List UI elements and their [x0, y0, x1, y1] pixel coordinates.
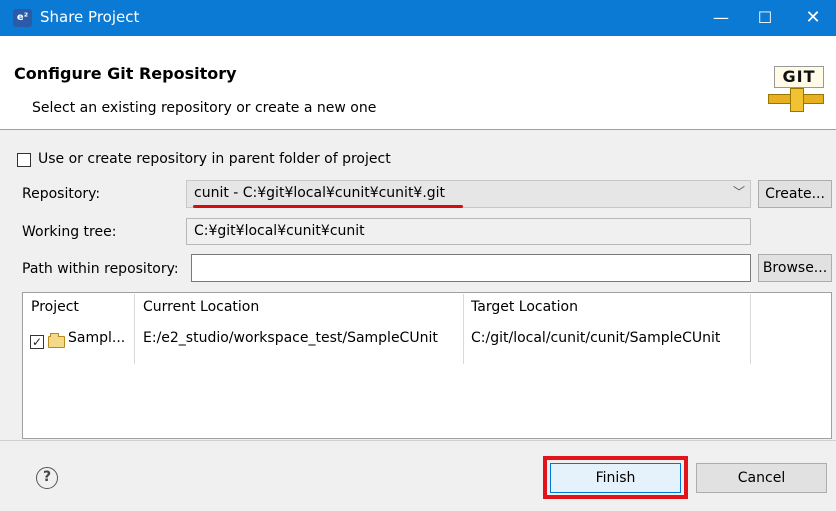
chevron-down-icon: ﹀ — [733, 185, 746, 199]
footer-divider — [0, 440, 836, 441]
row-project: Sampl... — [68, 330, 126, 346]
project-table: Project Current Location Target Location… — [22, 292, 832, 439]
app-icon: e² — [13, 9, 32, 27]
working-tree-value: C:¥git¥local¥cunit¥cunit — [194, 223, 365, 239]
create-button[interactable]: Create... — [758, 180, 832, 208]
repository-dropdown[interactable]: cunit - C:¥git¥local¥cunit¥cunit¥.git ﹀ — [186, 180, 751, 208]
repository-value: cunit - C:¥git¥local¥cunit¥cunit¥.git — [194, 185, 446, 201]
table-header-project: Project — [31, 299, 79, 315]
repository-label: Repository: — [22, 186, 101, 202]
git-logo-text: GIT — [774, 66, 824, 88]
parent-folder-label: Use or create repository in parent folde… — [38, 151, 391, 167]
page-subtitle: Select an existing repository or create … — [32, 100, 377, 116]
path-within-label: Path within repository: — [22, 261, 179, 277]
title-bar: e² Share Project — ☐ ✕ — [0, 0, 836, 36]
table-row[interactable]: ✓ Sampl... E:/e2_studio/workspace_test/S… — [23, 327, 831, 357]
git-logo-icon: GIT — [768, 66, 824, 120]
finish-button[interactable]: Finish — [550, 463, 681, 493]
browse-button[interactable]: Browse... — [758, 254, 832, 282]
repository-underline-annotation — [193, 205, 463, 208]
help-icon[interactable]: ? — [36, 467, 58, 489]
working-tree-label: Working tree: — [22, 224, 117, 240]
page-title: Configure Git Repository — [14, 64, 237, 83]
minimize-button[interactable]: — — [698, 0, 744, 36]
working-tree-field: C:¥git¥local¥cunit¥cunit — [186, 218, 751, 245]
window-title: Share Project — [40, 8, 140, 26]
path-within-input[interactable] — [191, 254, 751, 282]
row-checkbox[interactable]: ✓ — [30, 335, 44, 349]
cancel-button[interactable]: Cancel — [696, 463, 827, 493]
maximize-button[interactable]: ☐ — [742, 0, 788, 36]
row-target-location: C:/git/local/cunit/cunit/SampleCUnit — [471, 330, 721, 346]
row-current-location: E:/e2_studio/workspace_test/SampleCUnit — [143, 330, 438, 346]
table-header-target-location: Target Location — [471, 299, 578, 315]
parent-folder-checkbox[interactable] — [17, 153, 31, 167]
git-valve-icon — [790, 88, 804, 112]
folder-icon — [48, 333, 65, 348]
close-button[interactable]: ✕ — [790, 0, 836, 36]
table-header-current-location: Current Location — [143, 299, 260, 315]
